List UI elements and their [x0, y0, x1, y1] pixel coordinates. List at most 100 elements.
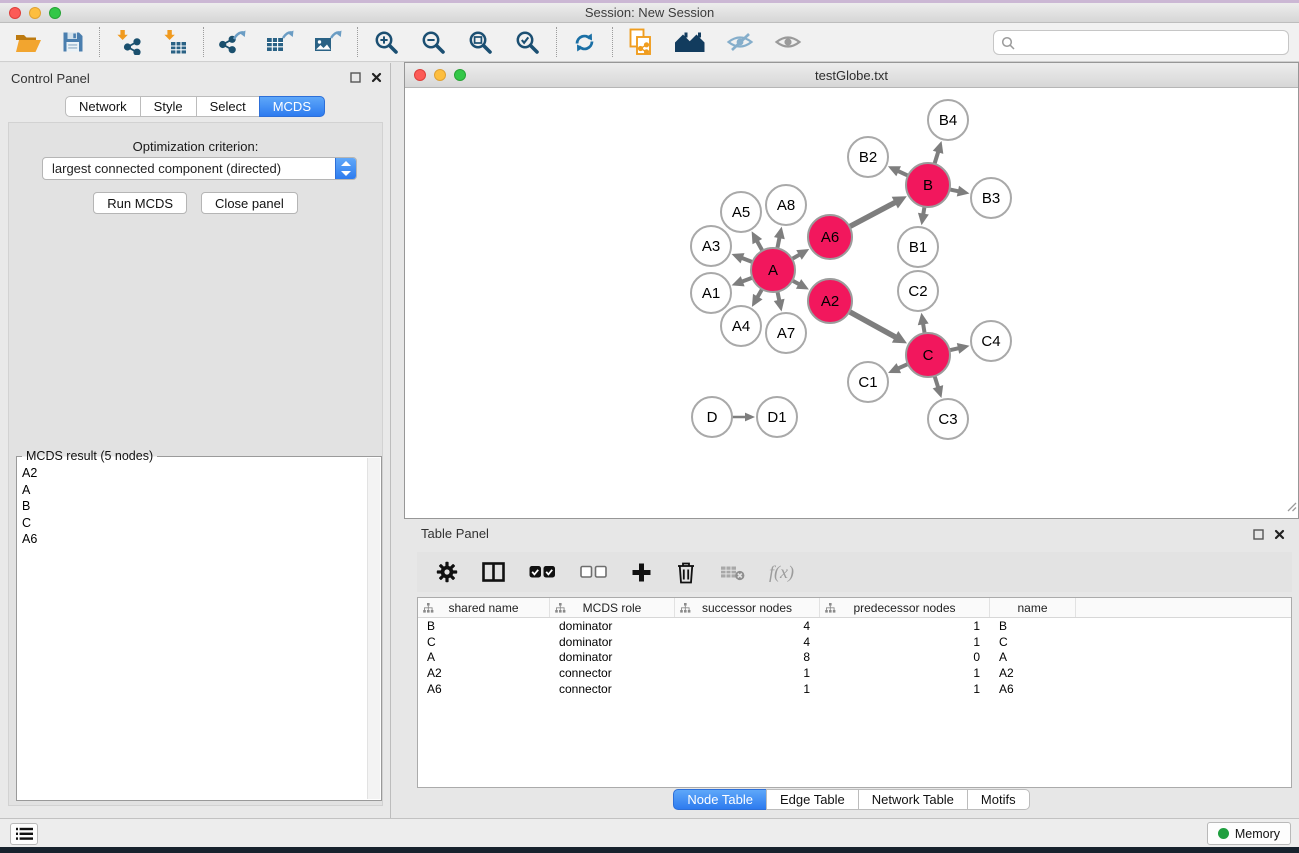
graph-node-B[interactable]: B: [905, 162, 951, 208]
graph-node-D1[interactable]: D1: [756, 396, 798, 438]
table-cell[interactable]: 1: [820, 619, 990, 633]
table-cell[interactable]: B: [990, 619, 1076, 633]
graph-node-C1[interactable]: C1: [847, 361, 889, 403]
close-panel-button[interactable]: Close panel: [201, 192, 298, 214]
resize-handle[interactable]: [1285, 499, 1297, 517]
float-panel-icon[interactable]: [350, 72, 361, 83]
table-cell[interactable]: 4: [675, 619, 820, 633]
table-settings-button[interactable]: [436, 561, 458, 583]
table-cell[interactable]: B: [418, 619, 550, 633]
graph-node-A4[interactable]: A4: [720, 305, 762, 347]
task-history-button[interactable]: [10, 823, 38, 845]
memory-button[interactable]: Memory: [1207, 822, 1291, 845]
show-columns-button[interactable]: [482, 562, 505, 582]
table-cell[interactable]: dominator: [550, 619, 675, 633]
home-button[interactable]: [674, 31, 706, 54]
graph-node-C[interactable]: C: [905, 332, 951, 378]
clone-network-button[interactable]: [628, 28, 654, 56]
column-header-successor-nodes[interactable]: successor nodes: [675, 598, 820, 617]
table-cell[interactable]: A6: [990, 682, 1076, 696]
search-box[interactable]: [993, 30, 1289, 55]
tab-network-table[interactable]: Network Table: [858, 789, 968, 810]
optimization-criterion-select[interactable]: largest connected component (directed): [42, 157, 357, 180]
table-cell[interactable]: A2: [990, 666, 1076, 680]
table-cell[interactable]: A: [990, 650, 1076, 664]
close-panel-icon[interactable]: [371, 72, 382, 83]
search-input[interactable]: [1020, 35, 1288, 50]
run-mcds-button[interactable]: Run MCDS: [93, 192, 187, 214]
table-cell[interactable]: connector: [550, 666, 675, 680]
graph-node-C4[interactable]: C4: [970, 320, 1012, 362]
table-cell[interactable]: A6: [418, 682, 550, 696]
table-row[interactable]: Bdominator41B: [418, 618, 1291, 634]
table-cell[interactable]: dominator: [550, 650, 675, 664]
save-session-button[interactable]: [62, 31, 84, 53]
graph-node-A6[interactable]: A6: [807, 214, 853, 260]
tab-edge-table[interactable]: Edge Table: [766, 789, 859, 810]
zoom-selected-button[interactable]: [514, 29, 541, 56]
table-cell[interactable]: C: [990, 635, 1076, 649]
graph-node-D[interactable]: D: [691, 396, 733, 438]
column-header-predecessor-nodes[interactable]: predecessor nodes: [820, 598, 990, 617]
table-cell[interactable]: A: [418, 650, 550, 664]
table-cell[interactable]: A2: [418, 666, 550, 680]
graph-node-B3[interactable]: B3: [970, 177, 1012, 219]
table-row[interactable]: A6connector11A6: [418, 681, 1291, 697]
export-image-button[interactable]: [314, 29, 342, 55]
float-panel-icon[interactable]: [1253, 529, 1264, 540]
select-all-rows-button[interactable]: [529, 565, 556, 579]
deselect-all-rows-button[interactable]: [580, 565, 607, 579]
table-row[interactable]: A2connector11A2: [418, 665, 1291, 681]
column-header-name[interactable]: name: [990, 598, 1076, 617]
table-cell[interactable]: 1: [675, 666, 820, 680]
graph-node-A7[interactable]: A7: [765, 312, 807, 354]
hide-graphics-button[interactable]: [726, 31, 754, 53]
export-network-button[interactable]: [219, 29, 246, 55]
tab-motifs[interactable]: Motifs: [967, 789, 1030, 810]
table-cell[interactable]: 1: [675, 682, 820, 696]
create-column-button[interactable]: [631, 562, 652, 583]
open-session-button[interactable]: [15, 32, 42, 53]
import-network-button[interactable]: [115, 29, 142, 55]
result-item[interactable]: A2: [19, 465, 365, 482]
table-cell[interactable]: 4: [675, 635, 820, 649]
table-cell[interactable]: 1: [820, 635, 990, 649]
column-header-MCDS-role[interactable]: MCDS role: [550, 598, 675, 617]
tab-mcds[interactable]: MCDS: [259, 96, 325, 117]
table-cell[interactable]: dominator: [550, 635, 675, 649]
zoom-in-button[interactable]: [373, 29, 400, 56]
network-canvas[interactable]: B4B2BB3A8A5A6A3B1AC2A1A2A4A7C4CC1C3DD1: [405, 88, 1298, 518]
result-item[interactable]: A: [19, 482, 365, 499]
zoom-fit-button[interactable]: [467, 29, 494, 56]
result-item[interactable]: A6: [19, 531, 365, 548]
export-table-button[interactable]: [266, 29, 294, 55]
refresh-button[interactable]: [572, 30, 597, 55]
table-row[interactable]: Adominator80A: [418, 650, 1291, 666]
graph-node-C3[interactable]: C3: [927, 398, 969, 440]
show-graphics-button[interactable]: [774, 31, 802, 53]
result-item[interactable]: C: [19, 515, 365, 532]
graph-node-A8[interactable]: A8: [765, 184, 807, 226]
graph-node-A3[interactable]: A3: [690, 225, 732, 267]
table-cell[interactable]: 1: [820, 682, 990, 696]
table-cell[interactable]: C: [418, 635, 550, 649]
tab-network[interactable]: Network: [65, 96, 141, 117]
tab-node-table[interactable]: Node Table: [673, 789, 767, 810]
graph-node-B2[interactable]: B2: [847, 136, 889, 178]
graph-node-A[interactable]: A: [750, 247, 796, 293]
delete-column-button[interactable]: [676, 561, 696, 584]
table-cell[interactable]: 8: [675, 650, 820, 664]
table-cell[interactable]: 0: [820, 650, 990, 664]
table-cell[interactable]: connector: [550, 682, 675, 696]
close-panel-icon[interactable]: [1274, 529, 1285, 540]
result-scrollbar[interactable]: [367, 458, 380, 799]
graph-node-B4[interactable]: B4: [927, 99, 969, 141]
table-cell[interactable]: 1: [820, 666, 990, 680]
tab-style[interactable]: Style: [140, 96, 197, 117]
column-header-shared-name[interactable]: shared name: [418, 598, 550, 617]
network-window-titlebar[interactable]: testGlobe.txt: [405, 63, 1298, 88]
import-table-button[interactable]: [162, 29, 188, 55]
graph-node-C2[interactable]: C2: [897, 270, 939, 312]
graph-node-A2[interactable]: A2: [807, 278, 853, 324]
result-item[interactable]: B: [19, 498, 365, 515]
